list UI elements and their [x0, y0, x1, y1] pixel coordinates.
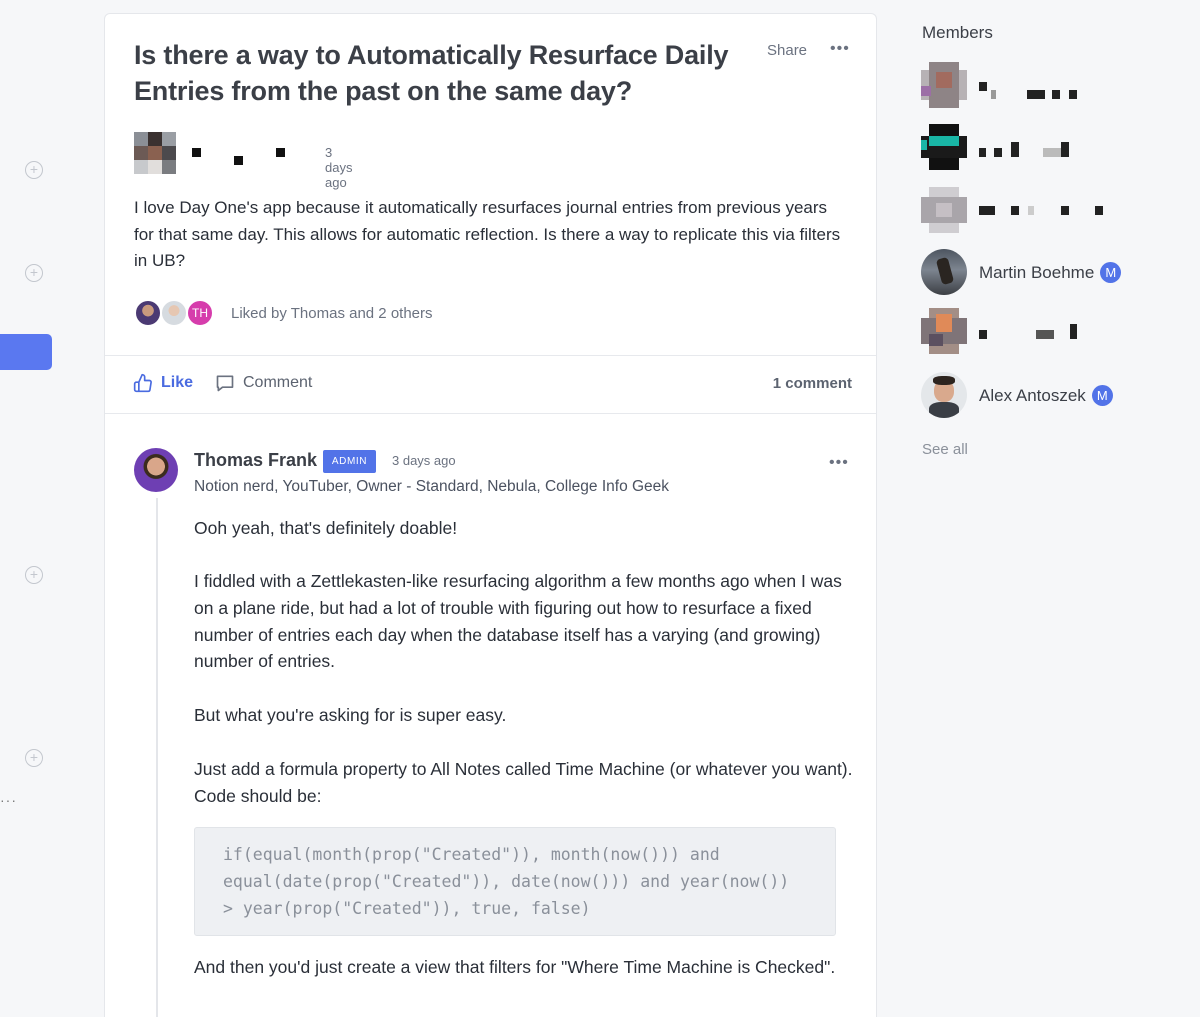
- post-card: Is there a way to Automatically Resurfac…: [104, 13, 877, 1017]
- post-body: I love Day One's app because it automati…: [134, 198, 841, 270]
- member-item[interactable]: Alex Antoszek M: [921, 372, 1181, 418]
- author-name-redacted[interactable]: [192, 148, 292, 165]
- member-avatar: [921, 124, 967, 170]
- commenter-avatar[interactable]: [134, 448, 178, 492]
- member-avatar: [921, 249, 967, 295]
- member-avatar: [921, 308, 967, 354]
- liker-avatar-initials: TH: [186, 299, 214, 327]
- nav-active-item[interactable]: [0, 334, 52, 370]
- liker-avatar: [160, 299, 188, 327]
- member-name: Martin Boehme M: [979, 262, 1122, 283]
- comment-icon: [216, 375, 234, 392]
- add-icon[interactable]: +: [25, 749, 43, 767]
- liked-by-text[interactable]: Liked by Thomas and 2 others: [231, 305, 433, 322]
- post-title: Is there a way to Automatically Resurfac…: [134, 40, 729, 106]
- moderator-badge: M: [1091, 385, 1113, 406]
- moderator-badge: M: [1100, 262, 1122, 283]
- members-heading: Members: [922, 23, 993, 42]
- comment-paragraph: Ooh yeah, that's definitely doable!: [194, 518, 458, 538]
- more-icon[interactable]: ···: [0, 792, 17, 808]
- member-item[interactable]: [921, 124, 1181, 170]
- member-item[interactable]: [921, 187, 1181, 233]
- comment-paragraph: And then you'd just create a view that f…: [194, 957, 836, 977]
- post-more-icon[interactable]: •••: [830, 40, 850, 58]
- member-item[interactable]: Martin Boehme M: [921, 249, 1181, 295]
- thumbs-up-icon: [133, 373, 152, 393]
- comment-timestamp: 3 days ago: [392, 453, 456, 468]
- member-avatar: [921, 372, 967, 418]
- add-icon[interactable]: +: [25, 566, 43, 584]
- commenter-name[interactable]: Thomas Frank: [194, 450, 317, 471]
- comment-count[interactable]: 1 comment: [773, 375, 852, 392]
- see-all-link[interactable]: See all: [922, 441, 968, 458]
- member-avatar: [921, 62, 967, 108]
- comment-more-icon[interactable]: •••: [829, 454, 849, 472]
- like-button[interactable]: Like: [133, 373, 193, 393]
- share-button[interactable]: Share: [767, 42, 807, 59]
- liker-avatar: [134, 299, 162, 327]
- comment-paragraph: I fiddled with a Zettlekasten-like resur…: [194, 571, 842, 672]
- add-icon[interactable]: +: [25, 161, 43, 179]
- member-avatar: [921, 187, 967, 233]
- like-label: Like: [161, 374, 194, 391]
- author-avatar[interactable]: [134, 132, 176, 174]
- comment-paragraph: But what you're asking for is super easy…: [194, 705, 507, 725]
- member-item[interactable]: [921, 308, 1181, 354]
- divider: [105, 413, 876, 414]
- commenter-subtitle: Notion nerd, YouTuber, Owner - Standard,…: [194, 478, 670, 495]
- code-block: if(equal(month(prop("Created")), month(n…: [194, 827, 836, 936]
- comment-label: Comment: [243, 374, 313, 391]
- comment-paragraph: Just add a formula property to All Notes…: [194, 759, 853, 806]
- add-icon[interactable]: +: [25, 264, 43, 282]
- comment-button[interactable]: Comment: [215, 373, 312, 393]
- thread-line: [156, 498, 158, 1017]
- member-name: Alex Antoszek M: [979, 385, 1113, 406]
- member-item[interactable]: [921, 62, 1181, 108]
- post-actions: Like Comment 1 comment: [105, 356, 876, 412]
- admin-badge: ADMIN: [323, 450, 376, 473]
- post-timestamp: 3 days ago: [325, 145, 353, 190]
